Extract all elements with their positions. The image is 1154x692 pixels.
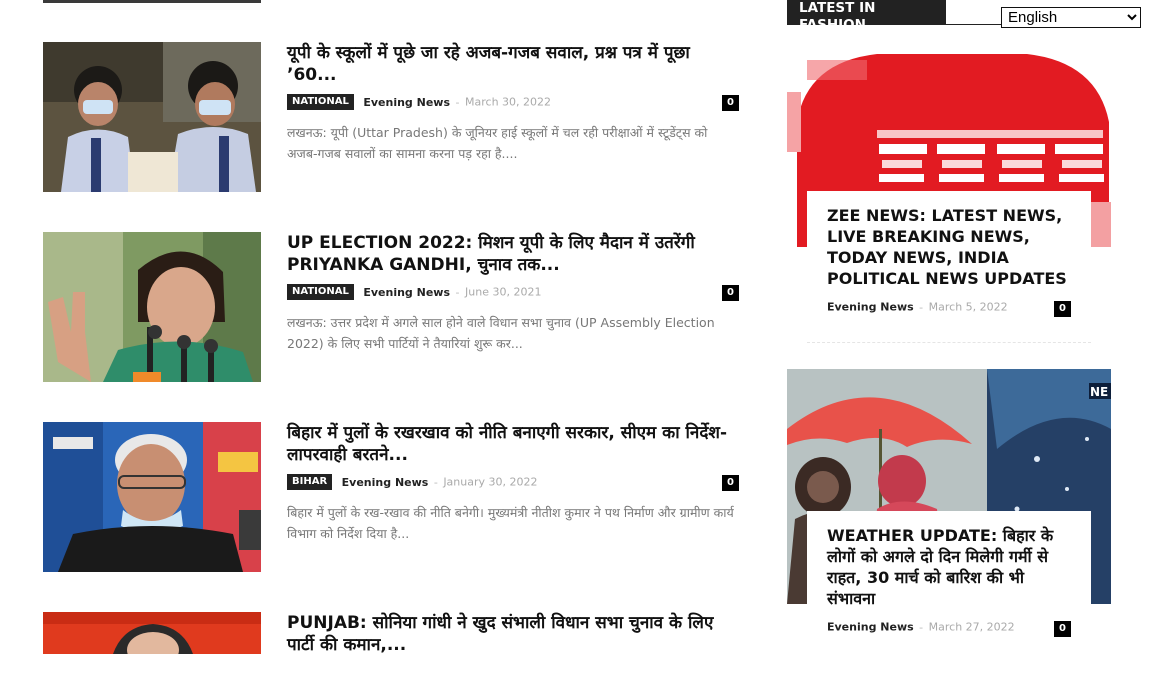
sidebar-section-title: LATEST IN FASHION <box>787 0 946 33</box>
author-link[interactable]: Evening News <box>827 621 914 634</box>
category-badge[interactable]: NATIONAL <box>287 284 354 300</box>
meta-separator: - <box>919 620 924 634</box>
article-thumbnail[interactable] <box>43 422 261 572</box>
comment-count-badge[interactable]: 0 <box>722 95 739 111</box>
category-badge[interactable]: NATIONAL <box>287 94 354 110</box>
author-link[interactable]: Evening News <box>363 96 450 109</box>
article-date: March 27, 2022 <box>928 620 1015 634</box>
meta-separator: - <box>455 285 460 299</box>
article-excerpt: लखनऊ: उत्तर प्रदेश में अगले साल होने वाल… <box>287 315 715 351</box>
article-meta: NATIONAL Evening News - June 30, 2021 0 <box>287 284 739 302</box>
article-date: March 30, 2022 <box>465 95 552 109</box>
article-title[interactable]: PUNJAB: सोनिया गांधी ने खुद संभाली विधान… <box>287 612 739 656</box>
sidebar-card-title[interactable]: WEATHER UPDATE: बिहार के लोगों को अगले द… <box>827 525 1071 609</box>
article-excerpt: बिहार में पुलों के रख-रखाव की नीति बनेगी… <box>287 505 734 541</box>
article-excerpt: लखनऊ: यूपी (Uttar Pradesh) के जूनियर हाई… <box>287 125 708 161</box>
article-title[interactable]: यूपी के स्कूलों में पूछे जा रहे अजब-गजब … <box>287 42 739 86</box>
article-date: March 5, 2022 <box>928 300 1008 314</box>
author-link[interactable]: Evening News <box>827 301 914 314</box>
sidebar-title-rule <box>946 24 1004 25</box>
language-select[interactable]: English <box>1001 7 1141 28</box>
previous-article-image-edge <box>43 0 261 3</box>
image-badge-text: NE <box>1090 385 1108 399</box>
meta-separator: - <box>433 475 438 489</box>
sidebar-card-meta: Evening News - March 5, 2022 0 <box>827 300 1071 318</box>
article-title[interactable]: UP ELECTION 2022: मिशन यूपी के लिए मैदान… <box>287 232 739 276</box>
sidebar-card-title[interactable]: ZEE NEWS: LATEST NEWS, LIVE BREAKING NEW… <box>827 205 1071 289</box>
article-date: June 30, 2021 <box>465 285 542 299</box>
sidebar-divider <box>807 342 1091 343</box>
sidebar-card: ZEE NEWS: LATEST NEWS, LIVE BREAKING NEW… <box>807 191 1091 301</box>
sidebar-card: WEATHER UPDATE: बिहार के लोगों को अगले द… <box>807 511 1091 621</box>
comment-count-badge[interactable]: 0 <box>722 285 739 301</box>
author-link[interactable]: Evening News <box>342 476 429 489</box>
article-thumbnail[interactable] <box>43 612 261 654</box>
author-link[interactable]: Evening News <box>363 286 450 299</box>
comment-count-badge[interactable]: 0 <box>1054 621 1071 637</box>
article-title[interactable]: बिहार में पुलों के रखरखाव को नीति बनाएगी… <box>287 422 739 466</box>
article-thumbnail[interactable] <box>43 42 261 192</box>
sidebar-card-meta: Evening News - March 27, 2022 0 <box>827 620 1071 638</box>
meta-separator: - <box>919 300 924 314</box>
category-badge[interactable]: BIHAR <box>287 474 333 490</box>
comment-count-badge[interactable]: 0 <box>722 475 739 491</box>
article-meta: NATIONAL Evening News - March 30, 2022 0 <box>287 94 739 112</box>
article-date: January 30, 2022 <box>443 475 538 489</box>
article-meta: BIHAR Evening News - January 30, 2022 0 <box>287 474 739 492</box>
comment-count-badge[interactable]: 0 <box>1054 301 1071 317</box>
meta-separator: - <box>455 95 460 109</box>
article-thumbnail[interactable] <box>43 232 261 382</box>
